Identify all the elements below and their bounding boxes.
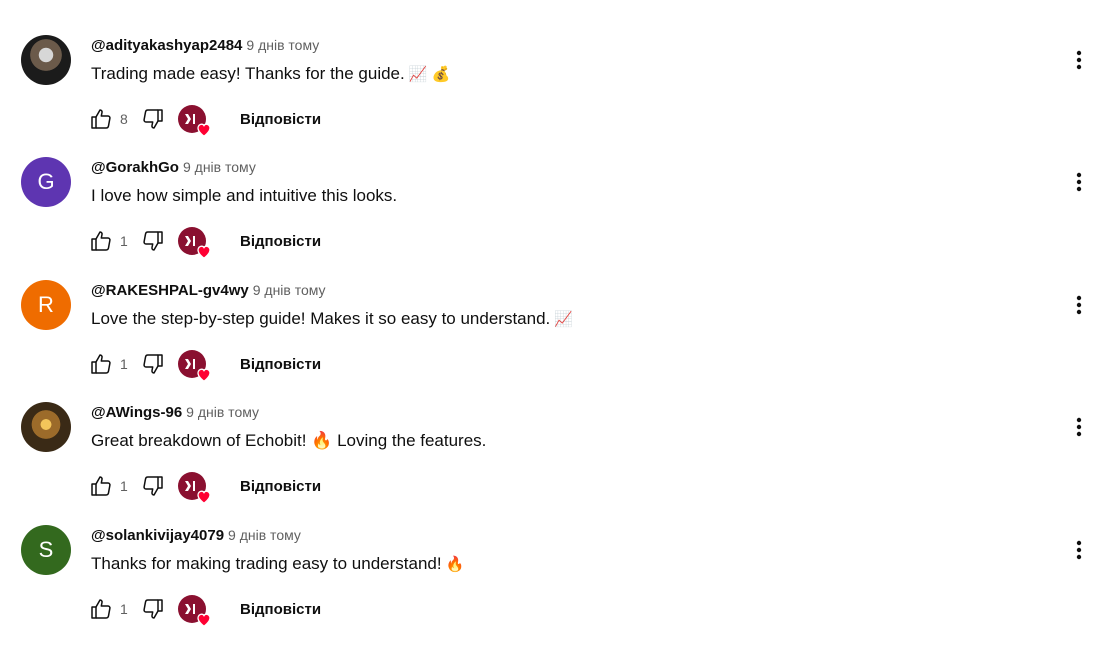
comment-emoji: 📈 💰 [408,66,451,83]
comment: G @GorakhGo 9 днів тому I love how simple… [0,157,1119,279]
more-actions-button[interactable] [1066,169,1092,195]
reply-button[interactable]: Відповісти [240,356,321,373]
comment-author[interactable]: @adityakashyap2484 [91,37,242,54]
more-vert-icon [1076,50,1082,70]
comment-actions: 1 Відповісти [88,593,321,627]
reply-button[interactable]: Відповісти [240,111,321,128]
dislike-button[interactable] [140,351,166,377]
comment-text: Thanks for making trading easy to unders… [91,553,464,576]
comment-text: Love the step-by-step guide! Makes it so… [91,308,573,331]
reply-button[interactable]: Відповісти [240,233,321,250]
comment: S @solankivijay4079 9 днів тому Thanks fo… [0,525,1119,647]
comment-body: Great breakdown of Echobit! 🔥 Loving the… [91,431,487,450]
comment-body: Love the step-by-step guide! Makes it so… [91,309,551,328]
comment-author[interactable]: @solankivijay4079 [91,527,224,544]
like-count: 1 [120,233,128,249]
avatar[interactable] [21,35,71,85]
comment-text: Trading made easy! Thanks for the guide.… [91,63,450,86]
comment-header: @RAKESHPAL-gv4wy 9 днів тому [91,280,326,300]
heart-icon [197,245,211,259]
thumb-down-icon [143,109,163,129]
reply-button[interactable]: Відповісти [240,478,321,495]
comment-body: I love how simple and intuitive this loo… [91,186,398,205]
avatar[interactable]: G [21,157,71,207]
comment: R @RAKESHPAL-gv4wy 9 днів тому Love the s… [0,280,1119,402]
heart-icon [197,613,211,627]
more-actions-button[interactable] [1066,414,1092,440]
comment: @AWings-96 9 днів тому Great breakdown of… [0,402,1119,524]
comment-time[interactable]: 9 днів тому [186,404,259,420]
comment-body: Trading made easy! Thanks for the guide. [91,64,405,83]
like-button[interactable] [88,351,114,377]
like-button[interactable] [88,596,114,622]
thumb-down-icon [143,599,163,619]
like-count: 1 [120,356,128,372]
creator-heart-badge[interactable] [178,470,211,504]
more-vert-icon [1076,295,1082,315]
more-vert-icon [1076,417,1082,437]
dislike-button[interactable] [140,473,166,499]
comment-author[interactable]: @GorakhGo [91,159,179,176]
thumb-up-icon [91,109,111,129]
creator-heart-badge[interactable] [178,225,211,259]
more-actions-button[interactable] [1066,47,1092,73]
comment-author[interactable]: @RAKESHPAL-gv4wy [91,282,249,299]
heart-icon [197,490,211,504]
comment-text: Great breakdown of Echobit! 🔥 Loving the… [91,430,490,452]
more-actions-button[interactable] [1066,537,1092,563]
like-button[interactable] [88,228,114,254]
comment-header: @GorakhGo 9 днів тому [91,157,256,177]
comment: @adityakashyap2484 9 днів тому Trading ma… [0,35,1119,157]
thumb-down-icon [143,354,163,374]
comment-header: @solankivijay4079 9 днів тому [91,525,301,545]
thumb-up-icon [91,231,111,251]
thumb-up-icon [91,599,111,619]
more-vert-icon [1076,540,1082,560]
comment-time[interactable]: 9 днів тому [253,282,326,298]
comment-author[interactable]: @AWings-96 [91,404,182,421]
comment-actions: 1 Відповісти [88,348,321,382]
more-actions-button[interactable] [1066,292,1092,318]
reply-button[interactable]: Відповісти [240,601,321,618]
avatar[interactable]: S [21,525,71,575]
like-count: 1 [120,601,128,617]
comment-header: @AWings-96 9 днів тому [91,402,259,422]
creator-heart-badge[interactable] [178,593,211,627]
like-button[interactable] [88,473,114,499]
heart-icon [197,368,211,382]
avatar-letter: G [37,169,55,194]
like-count: 1 [120,478,128,494]
like-count: 8 [120,111,128,127]
comment-body: Thanks for making trading easy to unders… [91,554,442,573]
comment-actions: 1 Відповісти [88,225,321,259]
avatar[interactable] [21,402,71,452]
comment-actions: 1 Відповісти [88,470,321,504]
thumb-down-icon [143,476,163,496]
more-vert-icon [1076,172,1082,192]
dislike-button[interactable] [140,596,166,622]
avatar-letter: R [38,292,54,317]
avatar-letter: S [38,537,54,562]
thumb-up-icon [91,476,111,496]
creator-heart-badge[interactable] [178,103,211,137]
comment-time[interactable]: 9 днів тому [183,159,256,175]
thumb-up-icon [91,354,111,374]
heart-icon [197,123,211,137]
comment-actions: 8 Відповісти [88,103,321,137]
avatar[interactable]: R [21,280,71,330]
comment-emoji: 🔥 [445,556,465,573]
comment-text: I love how simple and intuitive this loo… [91,185,401,207]
comment-time[interactable]: 9 днів тому [246,37,319,53]
creator-heart-badge[interactable] [178,348,211,382]
comment-emoji: 📈 [554,311,573,328]
thumb-down-icon [143,231,163,251]
dislike-button[interactable] [140,228,166,254]
comment-header: @adityakashyap2484 9 днів тому [91,35,319,55]
comment-time[interactable]: 9 днів тому [228,527,301,543]
like-button[interactable] [88,106,114,132]
dislike-button[interactable] [140,106,166,132]
